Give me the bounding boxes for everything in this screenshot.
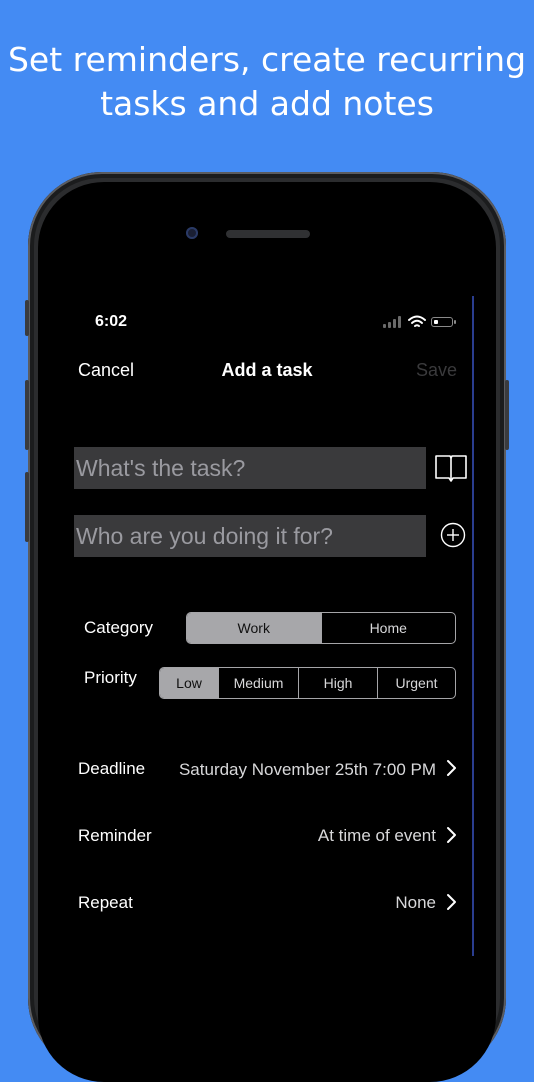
chevron-right-icon[interactable] — [445, 893, 457, 911]
earpiece-speaker — [226, 230, 310, 238]
battery-icon — [431, 317, 456, 327]
segment-high[interactable]: High — [298, 668, 377, 698]
side-button-mute — [25, 300, 29, 336]
headline-line-2: tasks and add notes — [100, 84, 434, 123]
side-button-power — [505, 380, 509, 450]
screen-edge-line — [472, 296, 474, 956]
category-segmented-control: Work Home — [186, 612, 456, 644]
segment-medium[interactable]: Medium — [218, 668, 298, 698]
segment-work[interactable]: Work — [187, 613, 321, 643]
side-button-volume-up — [25, 380, 29, 450]
deadline-label: Deadline — [78, 759, 146, 778]
deadline-value[interactable]: Saturday November 25th 7:00 PM — [179, 760, 436, 780]
book-icon[interactable] — [434, 452, 468, 484]
category-label: Category — [84, 618, 153, 637]
who-input[interactable] — [74, 515, 426, 557]
chevron-right-icon[interactable] — [445, 759, 457, 777]
segment-low[interactable]: Low — [160, 668, 218, 698]
side-button-volume-down — [25, 472, 29, 542]
headline-line-1: Set reminders, create recurring — [7, 40, 527, 79]
reminder-value[interactable]: At time of event — [318, 826, 436, 846]
priority-label: Priority — [84, 668, 137, 687]
segment-urgent[interactable]: Urgent — [377, 668, 455, 698]
front-camera — [186, 227, 198, 239]
chevron-right-icon[interactable] — [445, 826, 457, 844]
plus-circle-icon[interactable] — [440, 522, 466, 548]
headline: Set reminders, create recurring tasks an… — [0, 38, 534, 126]
wifi-icon — [408, 315, 426, 327]
signal-icon — [383, 314, 405, 330]
task-input[interactable] — [74, 447, 426, 489]
repeat-label: Repeat — [78, 893, 133, 912]
save-button[interactable]: Save — [416, 360, 457, 381]
segment-home[interactable]: Home — [320, 613, 456, 643]
priority-segmented-control: Low Medium High Urgent — [159, 667, 456, 699]
reminder-label: Reminder — [78, 826, 152, 845]
status-time: 6:02 — [95, 313, 128, 330]
repeat-value[interactable]: None — [395, 893, 436, 913]
